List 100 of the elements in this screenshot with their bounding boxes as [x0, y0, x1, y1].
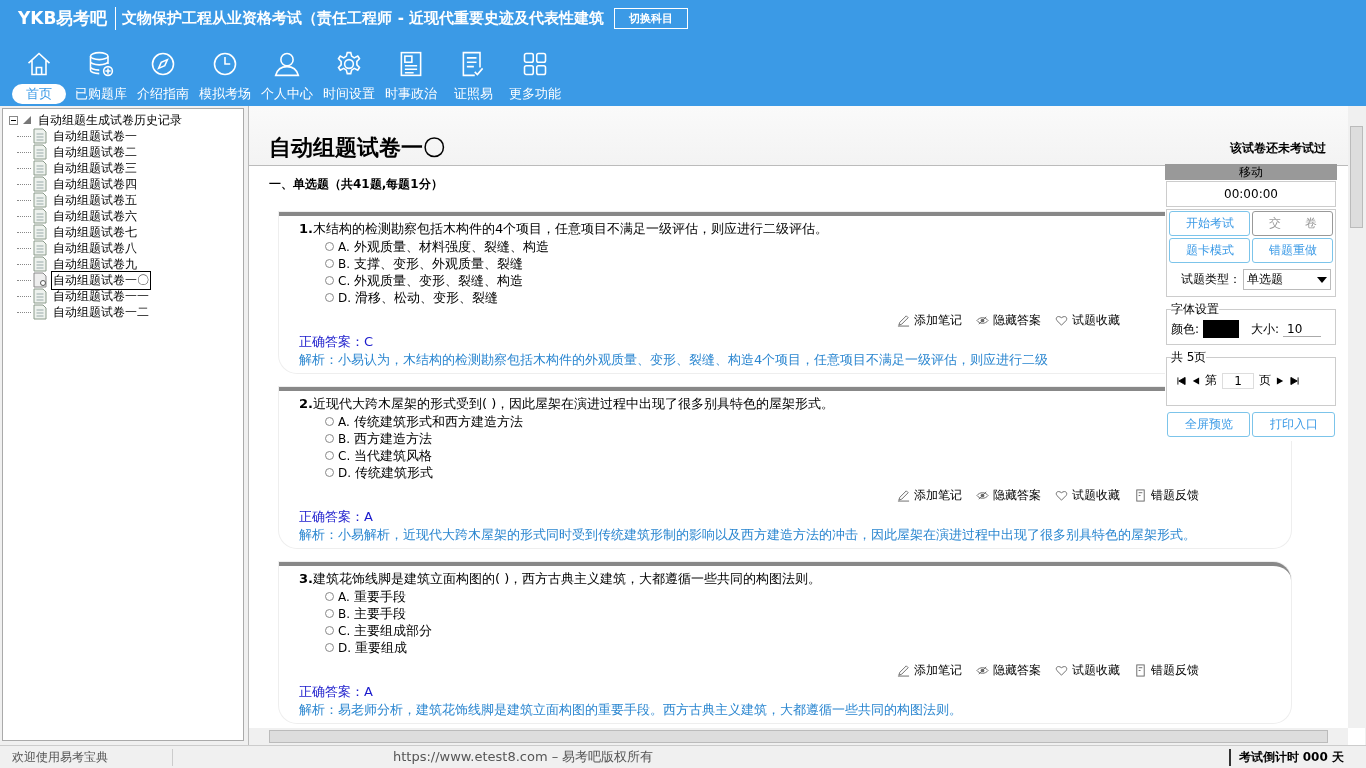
document-icon	[1134, 664, 1147, 677]
page-field[interactable]: 1	[1222, 372, 1254, 389]
document-icon	[33, 176, 47, 192]
correct-answer: 正确答案：A	[299, 683, 373, 701]
size-label: 大小:	[1251, 320, 1280, 338]
document-icon	[33, 208, 47, 224]
option-text[interactable]: 滑移、松动、变形、裂缝	[355, 288, 499, 307]
option-letter: A.	[338, 239, 350, 254]
radio-button[interactable]	[325, 592, 334, 601]
document-icon	[33, 224, 47, 240]
radio-button[interactable]	[325, 242, 334, 251]
group-label: 共 5页	[1171, 349, 1207, 366]
option-text[interactable]: 传统建筑形式	[355, 463, 434, 482]
type-label: 试题类型：	[1181, 271, 1241, 288]
pencil-icon	[897, 489, 910, 502]
action-link[interactable]: 隐藏答案	[993, 662, 1041, 679]
radio-button[interactable]	[325, 276, 334, 285]
option-text[interactable]: 外观质量、材料强度、裂缝、构造	[353, 237, 549, 256]
action-link[interactable]: 错题反馈	[1151, 662, 1199, 679]
action-link[interactable]: 错题反馈	[1151, 487, 1199, 504]
tree-item[interactable]: 自动组题试卷一〇	[51, 270, 151, 290]
type-select[interactable]: 单选题	[1243, 269, 1331, 290]
action-link[interactable]: 添加笔记	[914, 312, 962, 329]
document-icon	[33, 304, 47, 320]
document-icon	[33, 160, 47, 176]
question-text: 2.近现代大跨木屋架的形式受到( )，因此屋架在演进过程中出现了很多别具特色的屋架形式。	[299, 395, 835, 413]
eye-icon	[976, 664, 989, 677]
radio-button[interactable]	[325, 417, 334, 426]
grid-icon[interactable]	[521, 50, 549, 78]
document-icon	[33, 144, 47, 160]
last-page-icon[interactable]	[1290, 376, 1299, 385]
option-letter: D.	[338, 290, 352, 305]
home-icon[interactable]	[25, 50, 53, 78]
triangle-icon	[22, 115, 32, 125]
database-icon[interactable]	[87, 50, 115, 78]
paper-status: 该试卷还未考试过	[1230, 140, 1326, 157]
option-letter: C.	[338, 623, 351, 638]
option-letter: D.	[338, 640, 352, 655]
document-icon	[33, 240, 47, 256]
caret-icon[interactable]	[1317, 276, 1327, 283]
vertical-scrollbar[interactable]	[1348, 106, 1365, 728]
action-link[interactable]: 隐藏答案	[993, 487, 1041, 504]
option-text[interactable]: 重要组成	[355, 638, 408, 657]
eye-icon	[976, 489, 989, 502]
option-letter: C.	[338, 448, 351, 463]
radio-button[interactable]	[325, 293, 334, 302]
clock-icon[interactable]	[211, 50, 239, 78]
option-text[interactable]: 主要手段	[354, 604, 407, 623]
document-icon	[33, 128, 47, 144]
page-suffix: 页	[1259, 372, 1271, 389]
heart-icon	[1055, 489, 1068, 502]
timer-display: 00:00:00	[1166, 181, 1336, 207]
option-text[interactable]: 支撑、变形、外观质量、裂缝	[354, 254, 524, 273]
size-field[interactable]: 10	[1283, 321, 1322, 337]
compass-icon[interactable]	[149, 50, 177, 78]
answer-analysis: 解析：易老师分析，建筑花饰线脚是建筑立面构图的重要手段。西方古典主义建筑，大都遵循一些共同的构图法则。	[299, 701, 962, 719]
document-icon	[33, 288, 47, 304]
move-handle[interactable]: 移动	[1165, 164, 1337, 180]
option-text[interactable]: 传统建筑形式和西方建造方法	[353, 412, 523, 431]
option-letter: A.	[338, 414, 350, 429]
person-icon[interactable]	[273, 50, 301, 78]
status-text: 欢迎使用易考宝典	[0, 748, 173, 766]
option-text[interactable]: 外观质量、变形、裂缝、构造	[354, 271, 524, 290]
app-logo: YKB易考吧	[18, 6, 117, 30]
answer-analysis: 解析：小易认为，木结构的检测勘察包括木构件的外观质量、变形、裂缝、构造4个项目，任意项目不满足一级评估，则应进行二级	[299, 351, 1049, 369]
radio-button[interactable]	[325, 468, 334, 477]
tree-item[interactable]: 自动组题生成试卷历史记录	[38, 111, 182, 129]
radio-button[interactable]	[325, 626, 334, 635]
document-icon	[1134, 489, 1147, 502]
correct-answer: 正确答案：C	[299, 333, 374, 351]
action-link[interactable]: 添加笔记	[914, 662, 962, 679]
pencil-icon	[897, 664, 910, 677]
heart-icon	[1055, 664, 1068, 677]
option-text[interactable]: 当代建筑风格	[354, 446, 433, 465]
collapse-icon[interactable]	[9, 115, 18, 125]
section-heading: 一、单选题（共41题,每题1分）	[268, 176, 443, 193]
option-text[interactable]: 重要手段	[353, 587, 406, 606]
document-pin-icon	[33, 272, 47, 288]
first-page-icon[interactable]	[1177, 376, 1186, 385]
action-link[interactable]: 试题收藏	[1072, 662, 1120, 679]
action-link[interactable]: 试题收藏	[1072, 312, 1120, 329]
previous-page-icon[interactable]	[1191, 376, 1200, 385]
radio-button[interactable]	[325, 609, 334, 618]
action-link[interactable]: 隐藏答案	[993, 312, 1041, 329]
radio-button[interactable]	[325, 451, 334, 460]
option-text[interactable]: 西方建造方法	[354, 429, 433, 448]
radio-button[interactable]	[325, 434, 334, 443]
radio-button[interactable]	[325, 643, 334, 652]
radio-button[interactable]	[325, 259, 334, 268]
next-page-icon[interactable]	[1276, 376, 1285, 385]
horizontal-scrollbar[interactable]	[249, 728, 1348, 745]
document-icon	[33, 192, 47, 208]
question-text: 3.建筑花饰线脚是建筑立面构图的( )，西方古典主义建筑，大都遵循一些共同的构图法则。	[299, 570, 822, 588]
eye-icon	[976, 314, 989, 327]
action-link[interactable]: 添加笔记	[914, 487, 962, 504]
option-text[interactable]: 主要组成部分	[354, 621, 433, 640]
correct-answer: 正确答案：A	[299, 508, 373, 526]
action-link[interactable]: 试题收藏	[1072, 487, 1120, 504]
option-letter: C.	[338, 273, 351, 288]
color-swatch[interactable]	[1203, 320, 1240, 338]
